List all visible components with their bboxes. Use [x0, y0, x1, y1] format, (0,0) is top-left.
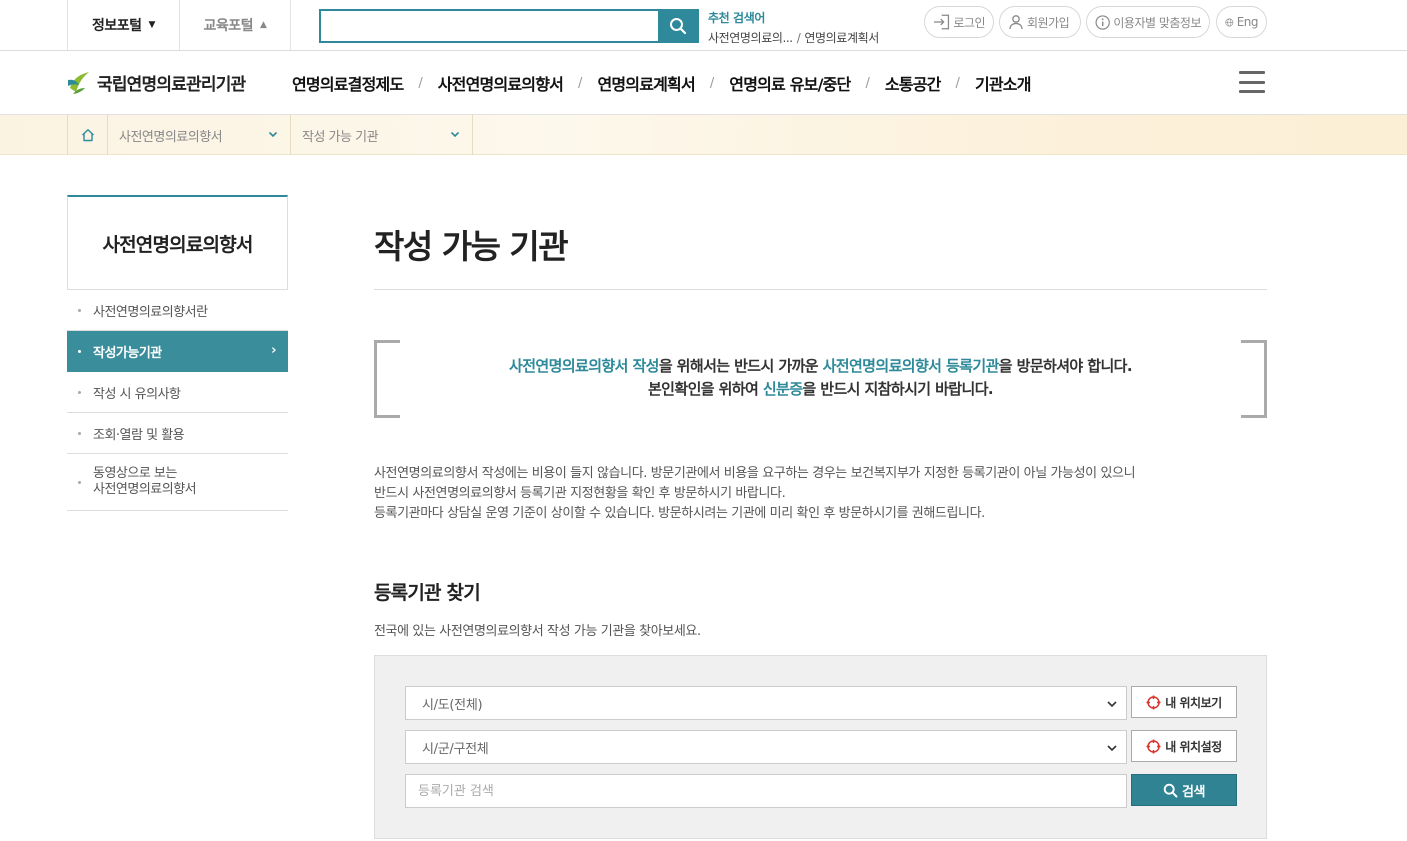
side-menu-title: 사전연명의료의향서	[67, 195, 288, 290]
site-logo-text: 국립연명의료관리기관	[97, 74, 246, 95]
side-menu-item-precautions[interactable]: 작성 시 유의사항	[67, 372, 288, 413]
chevron-down-icon	[1107, 745, 1117, 752]
sigungu-select-value: 시/군/구전체	[422, 741, 489, 757]
login-icon	[933, 14, 950, 30]
page-title: 작성 가능 기관	[374, 227, 569, 266]
english-label: Eng	[1236, 15, 1259, 29]
crosshair-icon	[1146, 695, 1161, 709]
menu-item-advance-directive[interactable]: 사전연명의료의향서	[438, 71, 564, 95]
side-menu-item-inquiry[interactable]: 조회·열람 및 활용	[67, 413, 288, 454]
chevron-right-icon: ›	[271, 343, 276, 358]
recommended-keywords-title: 추천 검색어	[708, 11, 765, 25]
side-menu-item-about-directive[interactable]: 사전연명의료의향서란	[67, 290, 288, 331]
title-divider	[374, 289, 1267, 290]
menu-item-treatment-plan[interactable]: 연명의료계획서	[597, 71, 695, 95]
notice-line: 반드시 사전연명의료의향서 등록기관 지정현황을 확인 후 방문하시기 바랍니다…	[374, 486, 786, 501]
edu-portal-tab[interactable]: 교육포털 ▲	[179, 0, 291, 50]
join-link[interactable]: 회원가입	[999, 6, 1081, 38]
menu-separator: /	[709, 75, 715, 91]
join-label: 회원가입	[1027, 15, 1070, 30]
callout-text: 사전연명의료의향서 작성을 위해서는 반드시 가까운 사전연명의료의향서 등록기…	[509, 357, 1133, 398]
my-location-set-button[interactable]: 내 위치설정	[1131, 730, 1237, 762]
top-utility-bar: 정보포털 ▼ 교육포털 ▲ 추천 검색어 사전연명의료의... / 연명의료계획서 …	[0, 0, 1407, 51]
user-icon	[1009, 15, 1023, 30]
menu-separator: /	[865, 75, 870, 91]
institution-keyword-input[interactable]	[406, 775, 1126, 807]
caret-down-icon: ▼	[148, 20, 156, 30]
info-portal-label: 정보포털	[92, 18, 142, 34]
sigungu-select[interactable]: 시/군/구전체	[405, 730, 1127, 764]
menu-separator: /	[955, 75, 960, 91]
edu-portal-label: 교육포털	[203, 18, 254, 34]
side-menu-item-video[interactable]: 동영상으로 보는 사전연명의료의향서	[67, 454, 288, 511]
recommended-keywords: 추천 검색어 사전연명의료의... / 연명의료계획서	[708, 9, 879, 46]
main-menu: 연명의료결정제도 / 사전연명의료의향서 / 연명의료계획서 / 연명의료 유보…	[292, 71, 1031, 95]
global-search-input[interactable]	[321, 11, 658, 41]
menu-separator: /	[578, 75, 583, 91]
notice-paragraph: 사전연명의료의향서 작성에는 비용이 들지 않습니다. 방문기관에서 비용을 요…	[374, 464, 1267, 524]
caret-up-icon: ▲	[260, 20, 267, 30]
globe-icon	[1225, 18, 1234, 26]
breadcrumb-level2-select[interactable]: 작성 가능 기관	[291, 115, 473, 155]
side-menu-item-label: 작성가능기관	[93, 346, 162, 361]
recommended-keyword[interactable]: 연명의료계획서	[804, 31, 879, 45]
institution-search-label: 검색	[1182, 784, 1205, 800]
hamburger-menu-icon[interactable]	[1239, 71, 1265, 93]
chevron-down-icon	[268, 131, 278, 138]
section-title: 등록기관 찾기	[374, 582, 481, 604]
login-label: 로그인	[953, 15, 985, 30]
recommended-keyword[interactable]: 사전연명의료의...	[708, 31, 793, 45]
institution-search-panel: 시/도(전체) 내 위치보기 시/군/구전체 내 위치설정 검색	[374, 655, 1267, 839]
side-menu-item-available-institutions[interactable]: 작성가능기관 ›	[67, 331, 288, 372]
institution-keyword-field	[405, 774, 1127, 808]
logo-icon	[68, 72, 89, 94]
my-location-view-button[interactable]: 내 위치보기	[1131, 686, 1237, 718]
home-icon	[81, 129, 94, 142]
breadcrumb-home[interactable]	[67, 115, 108, 155]
keyword-separator: /	[796, 31, 801, 45]
search-icon	[669, 18, 686, 35]
section-description: 전국에 있는 사전연명의료의향서 작성 가능 기관을 찾아보세요.	[374, 624, 701, 639]
search-icon	[1163, 783, 1178, 797]
global-search	[319, 9, 699, 43]
side-menu-item-label: 사전연명의료의향서란	[93, 304, 208, 320]
custom-info-link[interactable]: 이용자별 맞춤정보	[1086, 6, 1210, 38]
menu-item-about[interactable]: 기관소개	[975, 71, 1031, 95]
menu-separator: /	[418, 75, 423, 91]
notice-line: 사전연명의료의향서 작성에는 비용이 들지 않습니다. 방문기관에서 비용을 요…	[374, 466, 1136, 481]
menu-item-withhold-withdraw[interactable]: 연명의료 유보/중단	[729, 71, 851, 95]
custom-info-label: 이용자별 맞춤정보	[1113, 15, 1201, 30]
institution-search-button[interactable]: 검색	[1131, 774, 1237, 806]
menu-item-community[interactable]: 소통공간	[885, 71, 941, 95]
breadcrumb-level1-label: 사전연명의료의향서	[119, 129, 223, 145]
global-search-button[interactable]	[658, 11, 697, 41]
chevron-down-icon	[450, 131, 460, 138]
crosshair-icon	[1146, 739, 1161, 753]
english-link[interactable]: Eng	[1216, 6, 1267, 38]
side-menu-item-label: 조회·열람 및 활용	[93, 427, 185, 443]
site-logo[interactable]: 국립연명의료관리기관	[67, 68, 246, 96]
info-icon	[1095, 14, 1110, 30]
menu-item-decision-system[interactable]: 연명의료결정제도	[292, 71, 404, 95]
breadcrumb: 사전연명의료의향서 작성 가능 기관	[0, 115, 1407, 155]
login-link[interactable]: 로그인	[924, 6, 994, 38]
global-navigation: 국립연명의료관리기관 연명의료결정제도 / 사전연명의료의향서 / 연명의료계획…	[0, 51, 1407, 115]
notice-callout: 사전연명의료의향서 작성을 위해서는 반드시 가까운 사전연명의료의향서 등록기…	[374, 340, 1267, 418]
side-menu-item-label: 동영상으로 보는 사전연명의료의향서	[93, 466, 197, 497]
my-location-view-label: 내 위치보기	[1165, 695, 1222, 710]
side-menu: 사전연명의료의향서란 작성가능기관 › 작성 시 유의사항 조회·열람 및 활용…	[67, 290, 288, 511]
info-portal-tab[interactable]: 정보포털 ▼	[67, 0, 179, 50]
sido-select-value: 시/도(전체)	[422, 697, 483, 713]
my-location-set-label: 내 위치설정	[1165, 739, 1222, 754]
breadcrumb-level1-select[interactable]: 사전연명의료의향서	[108, 115, 291, 155]
side-menu-item-label: 작성 시 유의사항	[93, 386, 181, 402]
sido-select[interactable]: 시/도(전체)	[405, 686, 1127, 720]
chevron-down-icon	[1107, 701, 1117, 708]
notice-line: 등록기관마다 상담실 운영 기준이 상이할 수 있습니다. 방문하시려는 기관에…	[374, 506, 985, 521]
breadcrumb-level2-label: 작성 가능 기관	[302, 129, 379, 145]
